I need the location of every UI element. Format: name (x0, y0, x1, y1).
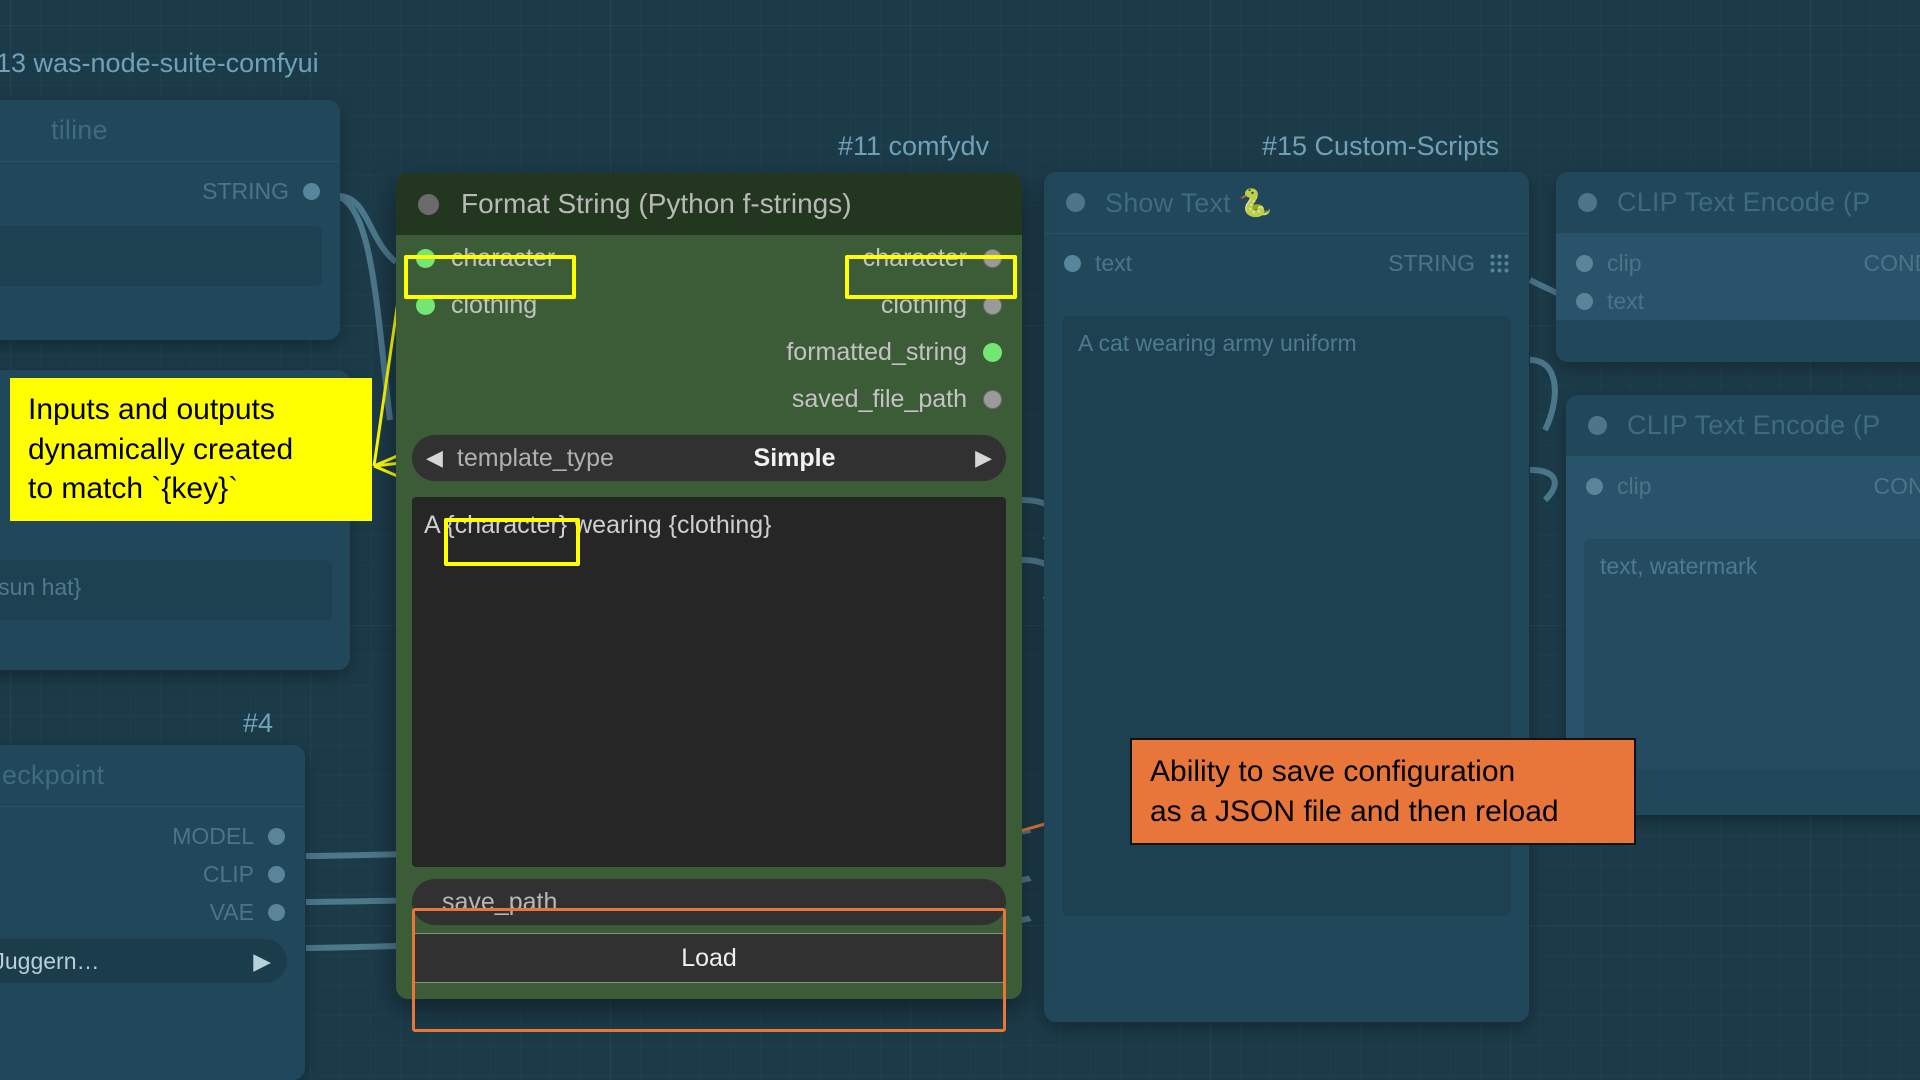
template-type-combo[interactable]: ◀ template_type Simple ▶ (412, 435, 1006, 481)
chevron-left-icon[interactable]: ◀ (426, 445, 443, 471)
slot-row-text[interactable]: text (1556, 282, 1920, 320)
group-label-4: #4 (243, 708, 273, 739)
slot-row-formatted-string[interactable]: formatted_string (396, 329, 1022, 376)
node-header[interactable]: CLIP Text Encode (P (1556, 172, 1920, 234)
output-pin[interactable] (303, 183, 320, 200)
node-clip-text-encode-positive[interactable]: CLIP Text Encode (P clip CONDITIO text (1556, 172, 1920, 362)
group-label-custom-scripts: #15 Custom-Scripts (1262, 131, 1499, 162)
node-collapse-dot[interactable] (418, 194, 439, 215)
node-title: CLIP Text Encode (P (1617, 187, 1870, 218)
node-title: tiline (51, 115, 108, 146)
input-pin[interactable] (1586, 478, 1603, 495)
template-text-before: A (424, 511, 446, 539)
output-label: VAE (210, 899, 254, 926)
output-label: CONDITIO (1874, 473, 1920, 500)
output-label-saved-file-path: saved_file_path (792, 385, 967, 414)
text-widget[interactable]: text, watermark (1584, 539, 1920, 769)
highlight-input-character (404, 255, 576, 299)
combo-label: template_type (457, 444, 614, 473)
node-body: clip CONDITIO text (1556, 234, 1920, 320)
comfyui-canvas[interactable]: 13 was-node-suite-comfyui #11 comfydv #1… (0, 0, 1920, 1080)
slot-row-saved-file-path[interactable]: saved_file_path (396, 376, 1022, 423)
highlight-save-load-block (412, 908, 1006, 1032)
node-body: clip CONDITIO text, watermark (1566, 457, 1920, 769)
output-slot-model[interactable]: MODEL (0, 817, 305, 855)
node-header[interactable]: Show Text 🐍 (1044, 172, 1529, 234)
annotation-orange-note: Ability to save configuration as a JSON … (1130, 738, 1636, 845)
output-pin-formatted-string[interactable] (983, 343, 1002, 362)
node-header[interactable]: eckpoint (0, 745, 305, 807)
node-body: STRING t|dolphin} (0, 162, 340, 286)
text-widget[interactable]: rmy uniform|a large sun hat} (0, 560, 332, 620)
node-header[interactable]: CLIP Text Encode (P (1566, 395, 1920, 457)
input-pin[interactable] (1064, 255, 1081, 272)
node-load-checkpoint[interactable]: eckpoint MODEL CLIP VAE ne Juggern… ▶ (0, 745, 305, 1080)
output-pin[interactable] (268, 866, 285, 883)
chevron-right-icon[interactable]: ▶ (253, 948, 271, 975)
node-show-text[interactable]: Show Text 🐍 text STRING A cat wearing ar… (1044, 172, 1529, 1022)
highlight-output-character (845, 255, 1017, 299)
output-slot-vae[interactable]: VAE (0, 893, 305, 931)
slot-row-clip[interactable]: clip CONDITIO (1566, 467, 1920, 505)
slot-row-clip[interactable]: clip CONDITIO (1556, 244, 1920, 282)
node-title: eckpoint (2, 760, 104, 791)
slot-row-text[interactable]: text STRING (1044, 244, 1529, 282)
combo-value: Juggern… (0, 948, 100, 975)
ckpt-name-combo[interactable]: ne Juggern… ▶ (0, 939, 287, 983)
node-title: CLIP Text Encode (P (1627, 410, 1880, 441)
node-title: Show Text 🐍 (1105, 187, 1272, 219)
grid-icon (1489, 253, 1509, 273)
text-widget[interactable]: t|dolphin} (0, 226, 322, 286)
output-label-formatted-string: formatted_string (786, 338, 967, 367)
node-collapse-dot[interactable] (1588, 416, 1607, 435)
input-pin[interactable] (1576, 293, 1593, 310)
node-header[interactable]: Format String (Python f-strings) (396, 173, 1022, 235)
output-label: CLIP (203, 861, 254, 888)
output-label: STRING (202, 178, 289, 205)
output-slot-clip[interactable]: CLIP (0, 855, 305, 893)
node-collapse-dot[interactable] (1066, 193, 1085, 212)
group-label-comfydv: #11 comfydv (838, 131, 989, 162)
input-label: clip (1607, 250, 1642, 277)
node-body: MODEL CLIP VAE ne Juggern… ▶ (0, 807, 305, 983)
input-pin[interactable] (1576, 255, 1593, 272)
node-header[interactable]: tiline (0, 100, 340, 162)
chevron-right-icon[interactable]: ▶ (975, 445, 992, 471)
annotation-yellow-note: Inputs and outputs dynamically created t… (10, 378, 372, 521)
output-pin[interactable] (268, 828, 285, 845)
node-title: Format String (Python f-strings) (461, 188, 852, 220)
input-label: clip (1617, 473, 1652, 500)
combo-value: Simple (614, 444, 975, 473)
node-collapse-dot[interactable] (1578, 193, 1597, 212)
template-text-after: wearing {clothing} (567, 511, 771, 539)
output-label: MODEL (172, 823, 254, 850)
output-pin-saved-file-path[interactable] (983, 390, 1002, 409)
input-label: text (1607, 288, 1644, 315)
node-was-text-multiline[interactable]: tiline STRING t|dolphin} (0, 100, 340, 340)
output-slot-string[interactable]: STRING (0, 172, 340, 210)
highlight-template-key (444, 518, 580, 566)
output-label: STRING (1388, 250, 1475, 277)
group-label-was-node-suite: 13 was-node-suite-comfyui (0, 48, 319, 79)
input-label: text (1095, 250, 1132, 277)
output-pin[interactable] (268, 904, 285, 921)
output-label: CONDITIO (1864, 250, 1920, 277)
